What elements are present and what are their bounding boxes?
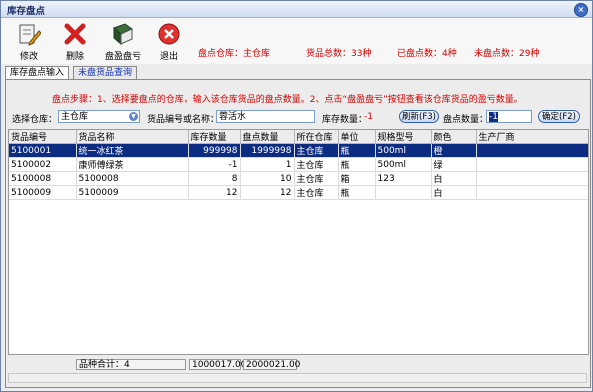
col-header-item-name[interactable]: 货品名称 bbox=[76, 130, 189, 144]
edit-button-label: 修改 bbox=[19, 52, 38, 62]
delete-button-label: 删除 bbox=[65, 52, 84, 62]
count-input-value: -1 bbox=[489, 112, 498, 122]
table-row[interactable]: 5100008 5100008 8 10 主仓库 箱 123 白 bbox=[9, 171, 588, 186]
refresh-button[interactable]: 刷新(F3) bbox=[399, 110, 439, 123]
table-row[interactable]: 5100009 5100009 12 12 主仓库 瓶 白 bbox=[9, 185, 588, 200]
cell-manufacturer bbox=[476, 143, 588, 158]
exit-icon bbox=[158, 23, 180, 45]
cell-warehouse: 主仓库 bbox=[294, 171, 339, 186]
cell-spec bbox=[375, 185, 432, 200]
cell-manufacturer bbox=[476, 157, 588, 172]
stat-uncounted: 未盘点数：29种 bbox=[474, 49, 540, 59]
count-label: 盘点数量： bbox=[443, 115, 489, 125]
inventory-count-window: 库存盘点 × 修改 删除 盘盈盘亏 退出 盘点仓库：主仓库 货品总数：33种 已… bbox=[0, 0, 593, 392]
cell-item-name: 统一冰红茶 bbox=[76, 143, 189, 158]
cell-item-code: 5100001 bbox=[9, 143, 77, 158]
cell-manufacturer bbox=[476, 185, 588, 200]
cell-count-qty: 12 bbox=[240, 185, 295, 200]
edit-icon bbox=[19, 24, 41, 46]
profit-loss-button[interactable]: 盘盈盘亏 bbox=[99, 22, 147, 62]
cell-count-qty: 1999998 bbox=[240, 143, 295, 158]
profit-loss-button-label: 盘盈盘亏 bbox=[104, 52, 141, 62]
item-search-input[interactable]: 蓉活水 bbox=[216, 110, 315, 123]
exit-button[interactable]: 退出 bbox=[149, 22, 189, 62]
col-header-stock-qty[interactable]: 库存数量 bbox=[188, 130, 241, 144]
cell-spec: 500ml bbox=[375, 157, 432, 172]
cell-color: 绿 bbox=[431, 157, 477, 172]
variety-count: 品种合计：4 bbox=[76, 359, 186, 370]
title-bar: 库存盘点 × bbox=[1, 1, 592, 18]
warehouse-label: 选择仓库： bbox=[12, 115, 58, 125]
col-header-unit[interactable]: 单位 bbox=[338, 130, 376, 144]
toolbar: 修改 删除 盘盈盘亏 退出 盘点仓库：主仓库 货品总数：33种 已盘点数：4种 … bbox=[1, 18, 592, 64]
count-input-panel: 盘点步骤：1、选择要盘点的仓库，输入该仓库货品的盘点数量。2、点击“盘盈盘亏”按… bbox=[5, 79, 591, 388]
cell-count-qty: 1 bbox=[240, 157, 295, 172]
table-row[interactable]: 5100001 统一冰红茶 999998 1999998 主仓库 瓶 500ml… bbox=[9, 143, 588, 158]
chevron-down-icon[interactable]: ▼ bbox=[129, 112, 138, 121]
count-total: 2000021.00 bbox=[243, 359, 300, 370]
cell-stock-qty: 999998 bbox=[188, 143, 241, 158]
delete-icon bbox=[64, 23, 86, 45]
col-header-warehouse[interactable]: 所在仓库 bbox=[294, 130, 339, 144]
cell-unit: 瓶 bbox=[338, 185, 376, 200]
col-header-item-code[interactable]: 货品编号 bbox=[9, 130, 77, 144]
cell-unit: 瓶 bbox=[338, 143, 376, 158]
cell-item-name: 康师傅绿茶 bbox=[76, 157, 189, 172]
delete-button[interactable]: 删除 bbox=[55, 22, 95, 62]
cell-count-qty: 10 bbox=[240, 171, 295, 186]
close-icon[interactable]: × bbox=[574, 3, 588, 17]
cell-stock-qty: 8 bbox=[188, 171, 241, 186]
cell-unit: 箱 bbox=[338, 171, 376, 186]
cell-spec: 123 bbox=[375, 171, 432, 186]
col-header-manufacturer[interactable]: 生产厂商 bbox=[476, 130, 588, 144]
stock-value: -1 bbox=[364, 112, 373, 122]
col-header-spec[interactable]: 规格型号 bbox=[375, 130, 432, 144]
cell-item-name: 5100008 bbox=[76, 171, 189, 186]
cell-spec: 500ml bbox=[375, 143, 432, 158]
cell-item-name: 5100009 bbox=[76, 185, 189, 200]
stat-warehouse: 盘点仓库：主仓库 bbox=[198, 49, 271, 59]
cell-item-code: 5100009 bbox=[9, 185, 77, 200]
count-input[interactable]: -1 bbox=[486, 110, 532, 123]
cell-color: 白 bbox=[431, 171, 477, 186]
inventory-grid: 货品编号 货品名称 库存数量 盘点数量 所在仓库 单位 规格型号 颜色 生产厂商… bbox=[9, 130, 588, 200]
col-header-color[interactable]: 颜色 bbox=[431, 130, 477, 144]
cell-item-code: 5100008 bbox=[9, 171, 77, 186]
book-icon bbox=[113, 23, 133, 46]
horizontal-scrollbar[interactable] bbox=[8, 373, 587, 383]
confirm-button[interactable]: 确定(F2) bbox=[538, 110, 580, 123]
edit-button[interactable]: 修改 bbox=[9, 22, 49, 62]
warehouse-select[interactable]: 主仓库 ▼ bbox=[58, 110, 140, 123]
cell-color: 橙 bbox=[431, 143, 477, 158]
cell-unit: 瓶 bbox=[338, 157, 376, 172]
instructions-text: 盘点步骤：1、选择要盘点的仓库，输入该仓库货品的盘点数量。2、点击“盘盈盘亏”按… bbox=[52, 95, 523, 105]
tab-uncounted-query[interactable]: 未盘货品查询 bbox=[73, 66, 138, 79]
col-header-count-qty[interactable]: 盘点数量 bbox=[240, 130, 295, 144]
stat-counted: 已盘点数：4种 bbox=[397, 49, 457, 59]
cell-manufacturer bbox=[476, 171, 588, 186]
stock-total: 1000017.00 bbox=[189, 359, 246, 370]
warehouse-value: 主仓库 bbox=[61, 112, 89, 122]
exit-button-label: 退出 bbox=[159, 52, 178, 62]
cell-color: 白 bbox=[431, 185, 477, 200]
stock-label: 库存数量： bbox=[322, 115, 368, 125]
table-row[interactable]: 5100002 康师傅绿茶 -1 1 主仓库 瓶 500ml 绿 bbox=[9, 157, 588, 172]
inventory-table[interactable]: 货品编号 货品名称 库存数量 盘点数量 所在仓库 单位 规格型号 颜色 生产厂商… bbox=[8, 129, 589, 355]
item-label: 货品编号或名称： bbox=[147, 115, 220, 125]
cell-warehouse: 主仓库 bbox=[294, 185, 339, 200]
cell-warehouse: 主仓库 bbox=[294, 157, 339, 172]
cell-stock-qty: 12 bbox=[188, 185, 241, 200]
cell-item-code: 5100002 bbox=[9, 157, 77, 172]
cell-stock-qty: -1 bbox=[188, 157, 241, 172]
tab-count-input[interactable]: 库存盘点输入 bbox=[5, 66, 70, 79]
table-header-row: 货品编号 货品名称 库存数量 盘点数量 所在仓库 单位 规格型号 颜色 生产厂商 bbox=[9, 130, 588, 144]
window-title: 库存盘点 bbox=[7, 6, 46, 17]
cell-warehouse: 主仓库 bbox=[294, 143, 339, 158]
stat-total: 货品总数：33种 bbox=[306, 49, 372, 59]
item-search-value: 蓉活水 bbox=[219, 112, 247, 122]
